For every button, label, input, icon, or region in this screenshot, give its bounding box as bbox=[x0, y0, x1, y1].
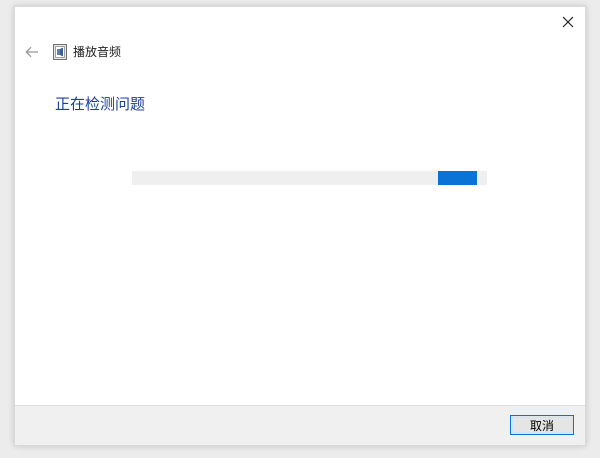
progress-bar bbox=[132, 171, 487, 185]
cancel-button[interactable]: 取消 bbox=[510, 415, 574, 435]
dialog-footer: 取消 bbox=[15, 405, 585, 445]
window-title: 播放音频 bbox=[73, 45, 122, 59]
back-arrow-icon bbox=[25, 46, 38, 58]
close-icon bbox=[562, 16, 574, 28]
close-button[interactable] bbox=[557, 11, 579, 33]
troubleshooter-app-icon bbox=[53, 44, 67, 60]
back-button[interactable] bbox=[23, 43, 41, 61]
status-heading: 正在检测问题 bbox=[55, 95, 146, 113]
troubleshooter-window: 播放音频 正在检测问题 取消 bbox=[14, 6, 586, 446]
progress-indicator bbox=[438, 171, 477, 185]
